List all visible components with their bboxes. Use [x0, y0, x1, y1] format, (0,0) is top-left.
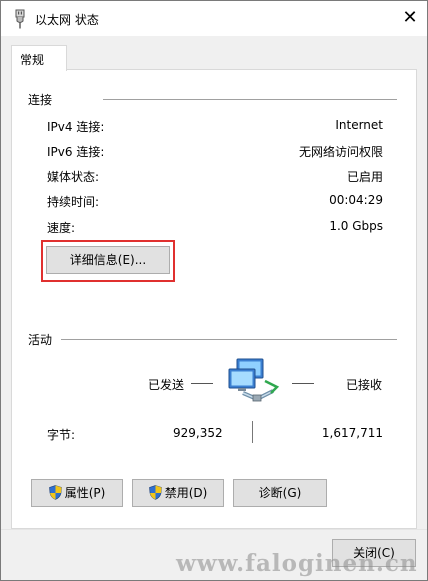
bytes-separator [252, 421, 253, 443]
ipv6-label: IPv6 连接: [47, 145, 105, 159]
ipv4-value: Internet [335, 118, 383, 132]
connection-section-title: 连接 [28, 93, 53, 107]
general-panel [11, 69, 417, 529]
bytes-label: 字节: [47, 428, 76, 442]
uac-shield-icon [148, 485, 162, 500]
properties-button[interactable]: 属性(P) [31, 479, 123, 507]
tab-general[interactable]: 常规 [11, 45, 67, 71]
duration-value: 00:04:29 [329, 193, 383, 207]
speed-value: 1.0 Gbps [329, 219, 383, 233]
received-dash [292, 383, 314, 384]
received-label: 已接收 [346, 378, 383, 392]
sent-dash [191, 383, 213, 384]
network-computers-icon [228, 358, 280, 402]
bytes-received-value: 1,617,711 [321, 426, 383, 440]
duration-label: 持续时间: [47, 195, 100, 209]
disable-button[interactable]: 禁用(D) [132, 479, 224, 507]
diagnose-button[interactable]: 诊断(G) [233, 479, 327, 507]
window-title: 以太网 状态 [35, 13, 99, 27]
network-cable-icon [15, 9, 25, 29]
speed-label: 速度: [47, 221, 76, 235]
connection-divider [103, 99, 397, 100]
close-icon[interactable]: ✕ [397, 6, 423, 30]
disable-label: 禁用(D) [164, 486, 208, 500]
bytes-sent-value: 929,352 [173, 426, 223, 440]
details-button[interactable]: 详细信息(E)... [46, 246, 170, 274]
ipv6-value: 无网络访问权限 [298, 145, 383, 159]
title-bar: 以太网 状态 ✕ [1, 1, 427, 36]
activity-section-title: 活动 [28, 333, 53, 347]
footer-separator [1, 529, 427, 530]
close-button[interactable]: 关闭(C) [332, 539, 416, 567]
activity-divider [61, 339, 397, 340]
tab-label: 常规 [20, 53, 45, 67]
media-state-label: 媒体状态: [47, 170, 100, 184]
media-state-value: 已启用 [346, 170, 383, 184]
status-window: 以太网 状态 ✕ 常规 连接 IPv4 连接: Internet IPv6 连接… [0, 0, 428, 581]
sent-label: 已发送 [148, 378, 185, 392]
properties-label: 属性(P) [64, 486, 106, 500]
uac-shield-icon [48, 485, 62, 500]
ipv4-label: IPv4 连接: [47, 120, 105, 134]
